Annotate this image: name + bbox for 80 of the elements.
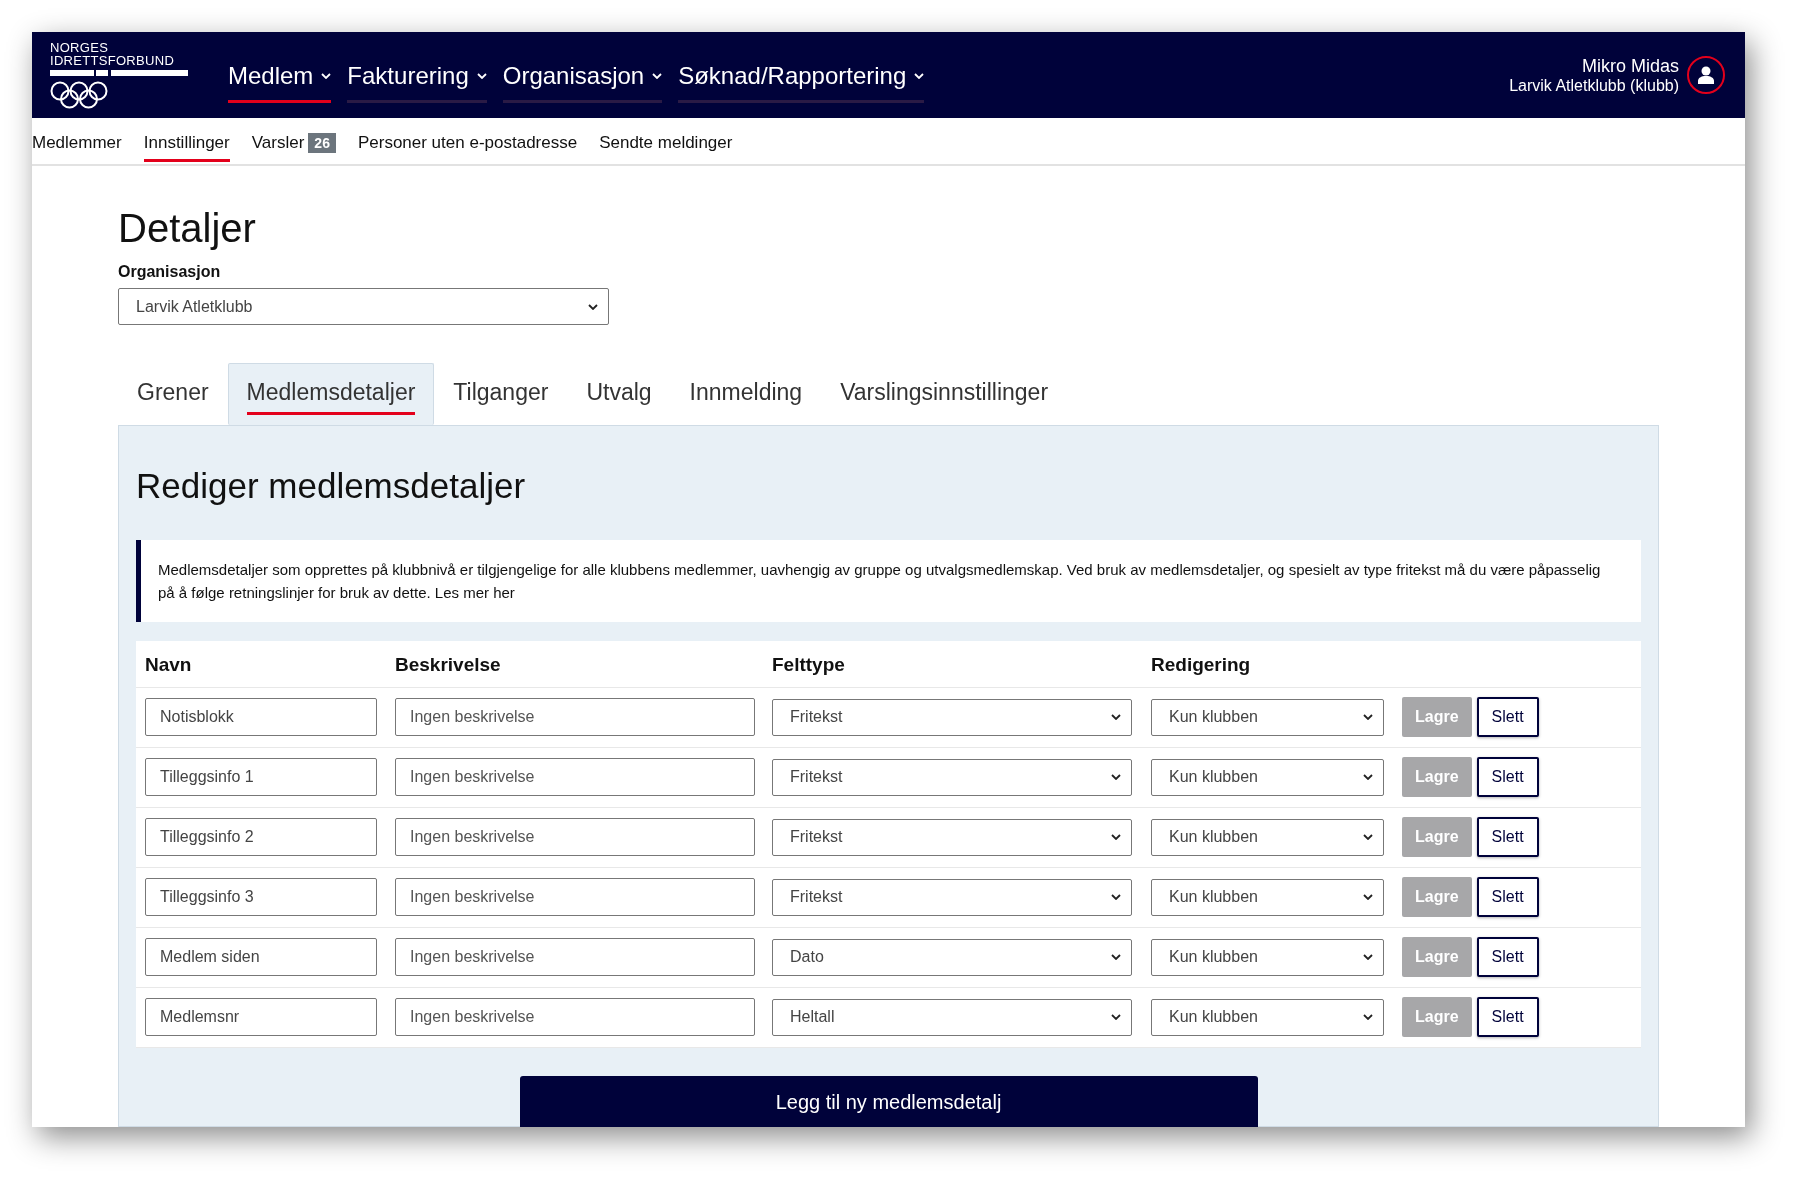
chevron-icon [1111, 894, 1121, 900]
chevron-icon [1363, 1014, 1373, 1020]
section-heading: Rediger medlemsdetaljer [136, 466, 527, 506]
tab[interactable]: Utvalg [567, 363, 671, 425]
chevron-icon [321, 72, 332, 79]
user-organization: Larvik Atletklubb (klubb) [1509, 76, 1679, 95]
name-input-field[interactable]: Medlemsnr [145, 998, 377, 1036]
description-input-field[interactable]: Ingen beskrivelse [395, 998, 755, 1036]
tab[interactable]: Grener [118, 363, 228, 425]
tab[interactable]: Innmelding [670, 363, 822, 425]
chevron-icon [1363, 714, 1373, 720]
chevron-icon [1363, 954, 1373, 960]
organization-dropdown[interactable]: Larvik Atletklubb [118, 288, 609, 325]
info-text: Medlemsdetaljer som opprettes på klubbnivå er tilgjengelige for alle klubbens medlemmer, uavhengig av gruppe og utvalgsmedlemskap. Ved bruk av medlemsdetaljer, og spesielt av type fritekst må du være påpasselig på å følge retningslinjer for bruk av dette. Les mer her [136, 540, 1641, 622]
add-detail-button[interactable]: Legg til ny medlemsdetalj [519, 1076, 1258, 1127]
chevron-icon [1363, 774, 1373, 780]
nav-menu-link[interactable]: Fakturering [347, 47, 487, 103]
nav-menu-link[interactable]: Søknad/Rapportering [678, 47, 925, 103]
subnav-link[interactable]: Sendte meldinger [599, 126, 733, 163]
delete-button[interactable]: Slett [1476, 697, 1539, 737]
logo-bars-icon [50, 70, 188, 78]
name-input-field[interactable]: Tilleggsinfo 2 [145, 818, 377, 856]
nav-menu-link[interactable]: Medlem [228, 47, 332, 103]
field-type-dropdown[interactable]: Fritekst [772, 758, 1132, 796]
subnav-link[interactable]: Varsler 26 [251, 126, 336, 163]
tab[interactable]: Tilganger [434, 363, 568, 425]
editing-dropdown[interactable]: Kun klubben [1151, 938, 1384, 976]
chevron-icon [1111, 834, 1121, 840]
field-type-dropdown[interactable]: Fritekst [772, 698, 1132, 736]
column-header: Beskrivelse [395, 654, 501, 675]
delete-button[interactable]: Slett [1476, 817, 1539, 857]
editing-dropdown[interactable]: Kun klubben [1151, 998, 1384, 1036]
name-input-field[interactable]: Tilleggsinfo 1 [145, 758, 377, 796]
chevron-icon [652, 72, 663, 79]
logo-text: IDRETTSFORBUND [50, 54, 176, 68]
tab[interactable]: Varslingsinnstillinger [821, 363, 1068, 425]
chevron-icon [1111, 954, 1121, 960]
description-input-field[interactable]: Ingen beskrivelse [395, 938, 755, 976]
nav-menu-link[interactable]: Organisasjon [502, 47, 663, 103]
description-input-field[interactable]: Ingen beskrivelse [395, 758, 755, 796]
chevron-icon [588, 303, 598, 310]
field-type-dropdown[interactable]: Heltall [772, 998, 1132, 1036]
editing-dropdown[interactable]: Kun klubben [1151, 698, 1384, 736]
field-type-dropdown[interactable]: Fritekst [772, 818, 1132, 856]
count-badge: 26 [308, 133, 336, 154]
subnav-link[interactable]: Innstillinger [143, 126, 230, 163]
logo-text: NORGES [50, 41, 110, 55]
chevron-icon [914, 72, 925, 79]
olympic-rings-icon [50, 81, 108, 110]
tab[interactable]: Medlemsdetaljer [227, 363, 435, 425]
name-input-field[interactable]: Notisblokk [145, 698, 377, 736]
subnav-link[interactable]: Personer uten e-postadresse [357, 126, 578, 163]
description-input-field[interactable]: Ingen beskrivelse [395, 818, 755, 856]
chevron-icon [1363, 894, 1373, 900]
chevron-icon [1111, 1014, 1121, 1020]
field-label: Organisasjon [118, 263, 222, 281]
subnav-link[interactable]: Medlemmer [32, 126, 122, 163]
chevron-icon [1111, 774, 1121, 780]
editing-dropdown[interactable]: Kun klubben [1151, 758, 1384, 796]
chevron-icon [1111, 714, 1121, 720]
editing-dropdown[interactable]: Kun klubben [1151, 818, 1384, 856]
chevron-icon [1363, 834, 1373, 840]
field-type-dropdown[interactable]: Dato [772, 938, 1132, 976]
name-input-field[interactable]: Medlem siden [145, 938, 377, 976]
user-avatar-icon[interactable] [1687, 56, 1725, 95]
field-type-dropdown[interactable]: Fritekst [772, 878, 1132, 916]
delete-button[interactable]: Slett [1476, 757, 1539, 797]
description-input-field[interactable]: Ingen beskrivelse [395, 878, 755, 916]
delete-button[interactable]: Slett [1476, 997, 1539, 1037]
column-header: Felttype [772, 654, 845, 675]
user-name: Mikro Midas [1581, 55, 1679, 77]
column-header: Navn [145, 654, 192, 675]
editing-dropdown[interactable]: Kun klubben [1151, 878, 1384, 916]
description-input-field[interactable]: Ingen beskrivelse [395, 698, 755, 736]
chevron-icon [476, 72, 487, 79]
column-header: Redigering [1151, 654, 1251, 675]
name-input-field[interactable]: Tilleggsinfo 3 [145, 878, 377, 916]
delete-button[interactable]: Slett [1476, 877, 1539, 917]
page-title: Detaljer [118, 206, 257, 251]
delete-button[interactable]: Slett [1476, 937, 1539, 977]
